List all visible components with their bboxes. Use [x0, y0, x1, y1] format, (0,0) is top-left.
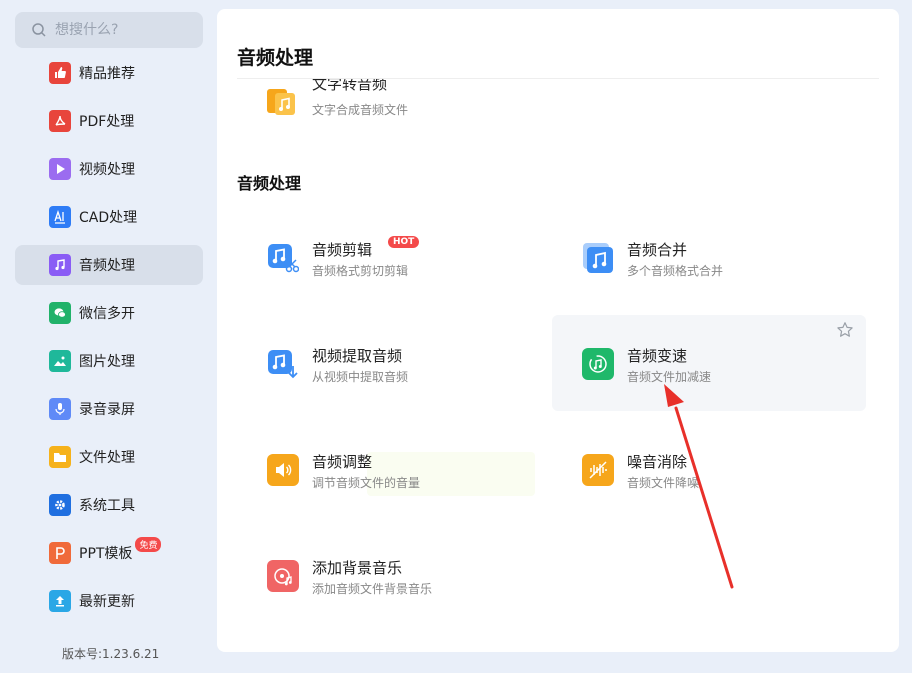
tool-title: 噪音消除: [627, 453, 688, 471]
sidebar-item-label: 音频处理: [79, 258, 135, 274]
tool-desc: 音频格式剪切剪辑: [312, 264, 409, 278]
search-input[interactable]: [55, 22, 185, 38]
sidebar-item-label: PPT模板: [79, 546, 133, 562]
section-title: 音频处理: [237, 174, 302, 193]
tool-title: 音频调整: [312, 453, 373, 471]
tool-extract-audio[interactable]: 视频提取音频 从视频中提取音频: [237, 315, 551, 411]
sidebar-nav: 精品推荐 PDF处理 视频处理 CAD处理 音频处理 微信多开 图片处理 录音录…: [15, 53, 203, 629]
sidebar-item-pdf[interactable]: PDF处理: [15, 101, 203, 141]
play-icon: [49, 158, 71, 180]
tool-title: 视频提取音频: [312, 347, 403, 365]
extract-audio-icon: [267, 348, 299, 380]
audio-merge-icon: [582, 242, 614, 274]
speed-icon: [582, 348, 614, 380]
sidebar-item-label: 录音录屏: [79, 402, 135, 418]
tool-title: 音频剪辑: [312, 241, 373, 259]
tool-audio-adjust[interactable]: 音频调整 调节音频文件的音量: [237, 421, 551, 517]
tool-audio-merge[interactable]: 音频合并 多个音频格式合并: [552, 209, 866, 305]
music-note-icon: [49, 254, 71, 276]
sidebar-item-label: 视频处理: [79, 162, 135, 178]
thumbs-up-icon: [49, 62, 71, 84]
volume-icon: [267, 454, 299, 486]
tool-desc: 添加音频文件背景音乐: [312, 582, 433, 596]
cad-icon: [49, 206, 71, 228]
tool-text-to-audio[interactable]: 文字转音频 文字合成音频文件: [267, 79, 567, 123]
tool-desc: 从视频中提取音频: [312, 370, 409, 384]
sidebar-item-label: 图片处理: [79, 354, 135, 370]
tool-noise-removal[interactable]: 噪音消除 音频文件降噪: [552, 421, 866, 517]
sidebar-item-label: 最新更新: [79, 594, 135, 610]
sidebar-item-label: 精品推荐: [79, 66, 135, 82]
sidebar-item-system[interactable]: 系统工具: [15, 485, 203, 525]
star-icon[interactable]: [836, 321, 854, 339]
sidebar-item-label: 微信多开: [79, 306, 135, 322]
search-box[interactable]: [15, 12, 203, 48]
tool-desc: 音频文件加减速: [627, 370, 712, 384]
tool-desc: 音频文件降噪: [627, 476, 700, 490]
sidebar-item-recommend[interactable]: 精品推荐: [15, 53, 203, 93]
text-to-audio-icon: [267, 89, 295, 115]
sidebar-item-recording[interactable]: 录音录屏: [15, 389, 203, 429]
tool-bg-music[interactable]: 添加背景音乐 添加音频文件背景音乐: [237, 527, 551, 623]
folder-icon: [49, 446, 71, 468]
sidebar-item-wechat[interactable]: 微信多开: [15, 293, 203, 333]
sidebar: 精品推荐 PDF处理 视频处理 CAD处理 音频处理 微信多开 图片处理 录音: [0, 0, 217, 673]
page-title: 音频处理: [237, 47, 314, 69]
gear-icon: [49, 494, 71, 516]
tool-desc: 多个音频格式合并: [627, 264, 724, 278]
tool-title: 添加背景音乐: [312, 559, 403, 577]
free-badge: 免费: [135, 536, 162, 552]
tool-title: 音频变速: [627, 347, 688, 365]
bg-music-icon: [267, 560, 299, 592]
sidebar-item-updates[interactable]: 最新更新: [15, 581, 203, 621]
microphone-icon: [49, 398, 71, 420]
sidebar-item-file[interactable]: 文件处理: [15, 437, 203, 477]
wechat-icon: [49, 302, 71, 324]
hot-badge: HOT: [388, 236, 420, 248]
tool-desc: 调节音频文件的音量: [312, 476, 421, 490]
ppt-icon: [49, 542, 71, 564]
sidebar-item-audio[interactable]: 音频处理: [15, 245, 203, 285]
sidebar-item-label: 文件处理: [79, 450, 135, 466]
sidebar-item-cad[interactable]: CAD处理: [15, 197, 203, 237]
sidebar-item-label: CAD处理: [79, 210, 138, 226]
tool-audio-cut[interactable]: 音频剪辑 HOT 音频格式剪切剪辑: [237, 209, 551, 305]
tool-desc: 文字合成音频文件: [312, 103, 409, 117]
tool-title: 音频合并: [627, 241, 688, 259]
sidebar-item-ppt[interactable]: PPT模板 免费: [15, 533, 203, 573]
audio-cut-icon: [267, 242, 299, 274]
tool-audio-speed[interactable]: 音频变速 音频文件加减速: [552, 315, 866, 411]
sidebar-item-image[interactable]: 图片处理: [15, 341, 203, 381]
tool-title: 文字转音频: [312, 79, 388, 93]
sidebar-item-video[interactable]: 视频处理: [15, 149, 203, 189]
noise-icon: [582, 454, 614, 486]
upload-icon: [49, 590, 71, 612]
image-icon: [49, 350, 71, 372]
sidebar-item-label: PDF处理: [79, 114, 135, 130]
search-icon: [32, 23, 46, 37]
version-label: 版本号:1.23.6.21: [62, 647, 160, 661]
pdf-icon: [49, 110, 71, 132]
main-panel: 音频处理 文字转音频 文字合成音频文件 音频处理 音频剪辑 HOT 音频格式剪切…: [217, 9, 899, 652]
sidebar-item-label: 系统工具: [79, 498, 135, 514]
